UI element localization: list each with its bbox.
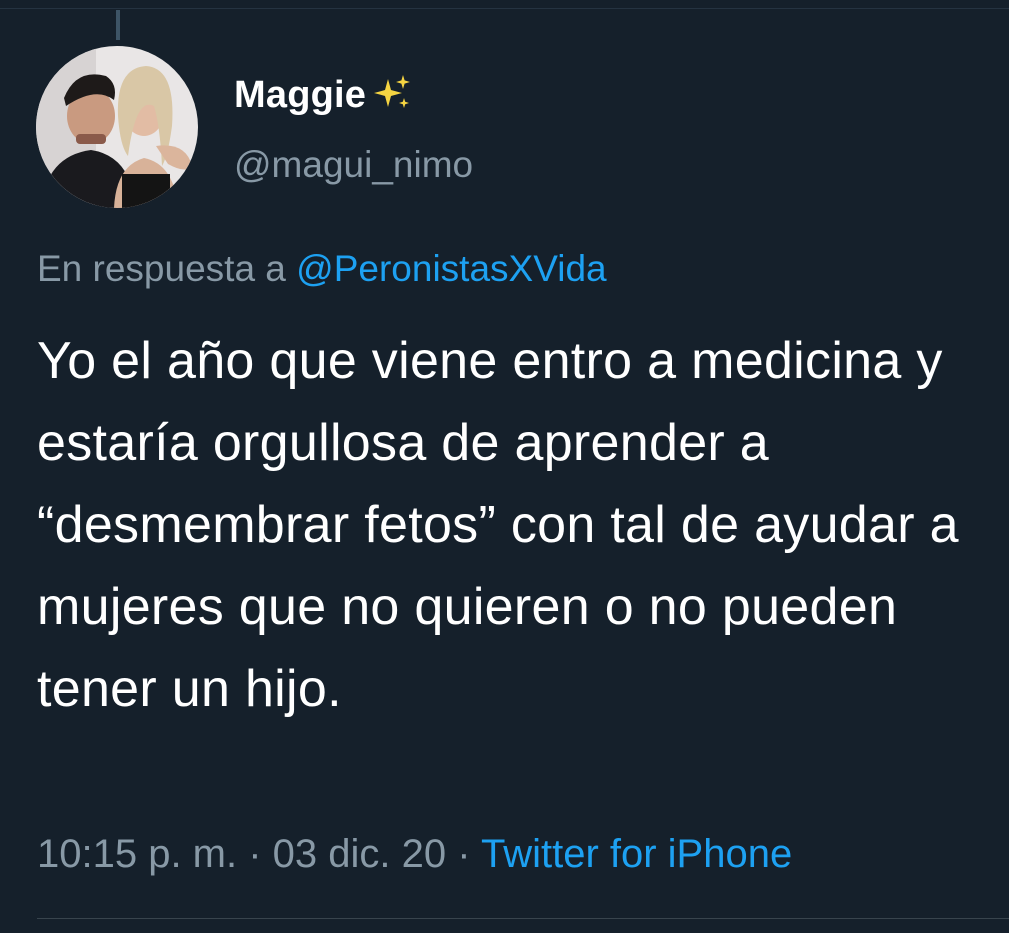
sparkles-icon <box>372 73 412 118</box>
reply-context: En respuesta a @PeronistasXVida <box>37 248 607 290</box>
top-divider <box>0 0 1009 9</box>
tweet-source-link[interactable]: Twitter for iPhone <box>481 832 792 876</box>
thread-connector-line <box>116 10 120 40</box>
meta-separator: · <box>446 832 481 876</box>
tweet-text: Yo el año que viene entro a medicina y e… <box>37 332 959 718</box>
reply-to-link[interactable]: @PeronistasXVida <box>296 248 606 289</box>
avatar[interactable] <box>36 46 198 208</box>
tweet-time[interactable]: 10:15 p. m. <box>37 832 237 876</box>
tweet-date[interactable]: 03 dic. 20 <box>273 832 446 876</box>
bottom-divider <box>37 918 1009 919</box>
author-display-name[interactable]: Maggie <box>234 74 366 117</box>
meta-separator: · <box>237 832 273 876</box>
author-name-row[interactable]: Maggie <box>234 70 412 120</box>
reply-prefix: En respuesta a <box>37 248 286 289</box>
tweet-metadata: 10:15 p. m. · 03 dic. 20 · Twitter for i… <box>37 832 792 877</box>
author-handle[interactable]: @magui_nimo <box>234 144 473 186</box>
avatar-photo <box>36 46 198 208</box>
